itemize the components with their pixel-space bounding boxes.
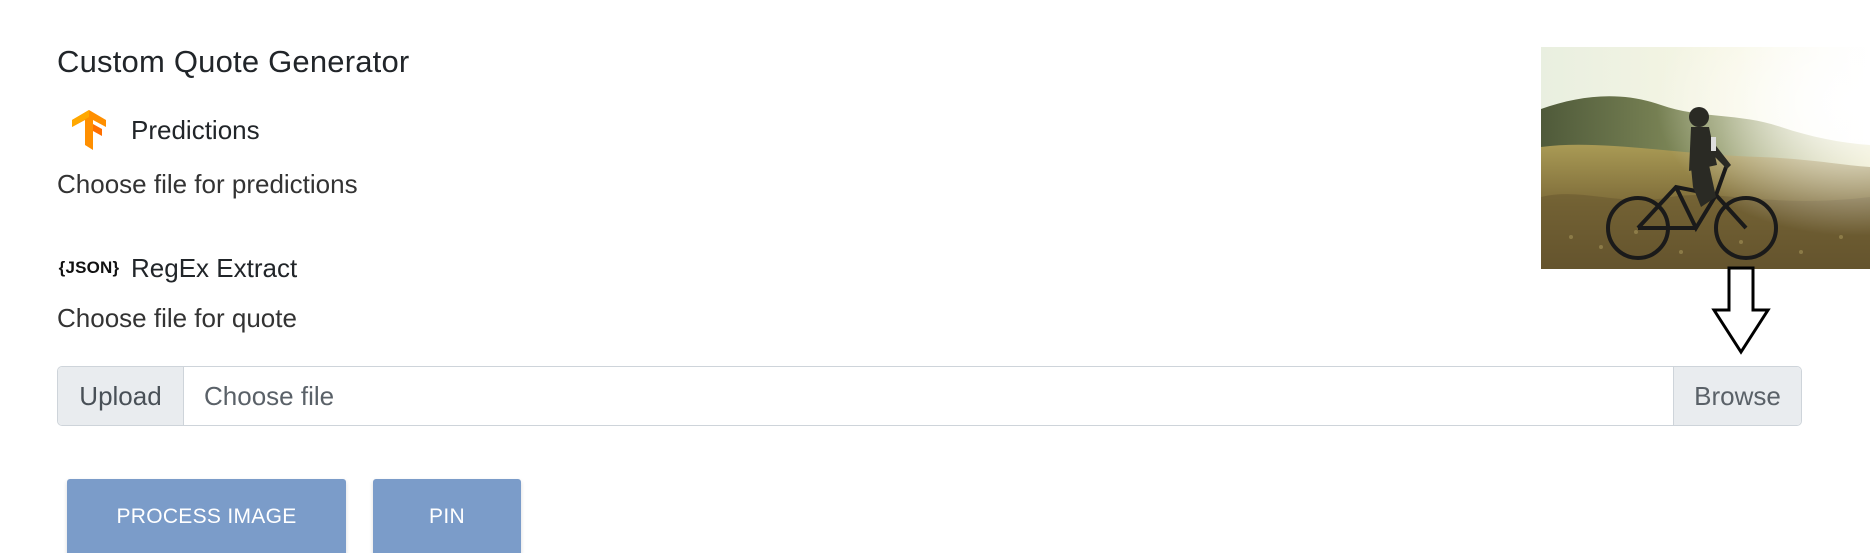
regex-section-header: {JSON} RegEx Extract [57,246,298,290]
file-upload-group: Upload Choose file Browse [57,366,1802,426]
json-icon: {JSON} [58,258,120,277]
process-image-button[interactable]: PROCESS IMAGE [67,479,346,553]
pin-button[interactable]: PIN [373,479,521,553]
tensorflow-icon [57,108,121,152]
page-title: Custom Quote Generator [57,44,410,79]
predictions-section-header: Predictions [57,108,260,152]
page: Custom Quote Generator Predictions Choos… [0,0,1870,553]
upload-label: Upload [58,367,184,425]
down-arrow-icon [1710,266,1772,356]
predictions-label: Predictions [131,114,260,145]
cyclist-photo [1541,47,1870,269]
browse-button[interactable]: Browse [1673,367,1801,425]
file-input[interactable]: Choose file [184,367,1673,425]
quote-file-hint: Choose file for quote [57,303,297,333]
predictions-file-hint: Choose file for predictions [57,169,358,199]
regex-label: RegEx Extract [131,252,298,283]
